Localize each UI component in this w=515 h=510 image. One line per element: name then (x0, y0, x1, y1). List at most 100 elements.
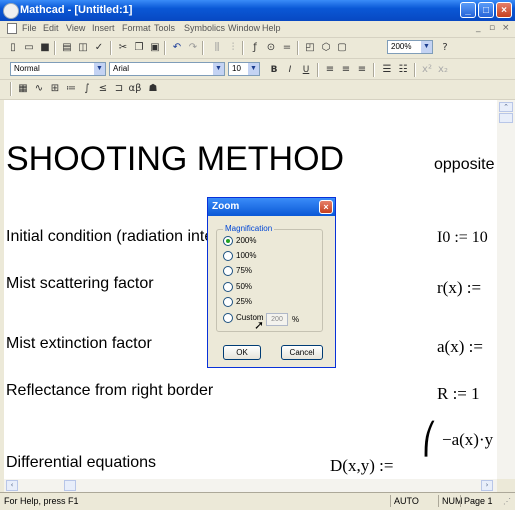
option-50[interactable]: 50% (223, 282, 252, 294)
scroll-up-icon[interactable]: ⌃ (499, 102, 513, 112)
radio-200[interactable] (223, 236, 233, 246)
close-button[interactable]: × (496, 2, 512, 18)
option-25[interactable]: 25% (223, 297, 252, 309)
radio-75[interactable] (223, 266, 233, 276)
scroll-right-icon[interactable]: › (481, 480, 493, 491)
custom-zoom-input[interactable]: 200 (266, 313, 288, 326)
align-down-icon[interactable]: ⫶ (226, 41, 240, 55)
dialog-close-button[interactable]: × (319, 200, 333, 214)
mathcad-app-icon[interactable] (3, 3, 19, 19)
row-expr-differential[interactable]: D(x,y) := (330, 456, 393, 476)
row-expr-initial-condition[interactable]: I0 := 10 (437, 229, 488, 247)
status-num: NUM (438, 495, 463, 507)
row-expr-scattering[interactable]: r(x) := (437, 278, 481, 298)
option-200[interactable]: 200% (223, 236, 256, 248)
resize-grip-icon[interactable]: ⋰ (503, 497, 511, 506)
paste-icon[interactable]: ▣ (148, 41, 162, 55)
scroll-thumb[interactable] (499, 113, 513, 123)
row-expr-reflectance[interactable]: R := 1 (437, 384, 480, 404)
radio-100[interactable] (223, 251, 233, 261)
status-help: For Help, press F1 (4, 496, 79, 506)
matrix-toolbar-icon[interactable]: ⊞ (48, 82, 62, 96)
zoom-combo[interactable]: 200% ▼ (387, 40, 433, 54)
print-icon[interactable]: ▤ (60, 41, 74, 55)
menu-format[interactable]: Format (122, 23, 151, 33)
insert-component-icon[interactable]: ⬡ (319, 41, 333, 55)
insert-unit-icon[interactable]: ⊙ (264, 41, 278, 55)
align-across-icon[interactable]: ⫼ (210, 41, 224, 55)
menu-edit[interactable]: Edit (43, 23, 59, 33)
evaluation-toolbar-icon[interactable]: ≔ (64, 82, 78, 96)
bullets-icon[interactable]: ☰ (380, 63, 394, 77)
programming-toolbar-icon[interactable]: ⊐ (112, 82, 126, 96)
save-disk-icon[interactable]: ■ (38, 41, 52, 55)
menu-view[interactable]: View (66, 23, 85, 33)
resource-center-icon[interactable]: ▢ (335, 41, 349, 55)
menu-symbolics[interactable]: Symbolics (184, 23, 225, 33)
redo-icon[interactable]: ↷ (186, 41, 200, 55)
menu-file[interactable]: File (22, 23, 37, 33)
mdi-minimize-button[interactable]: _ (476, 23, 481, 33)
align-center-icon[interactable]: ≡ (339, 63, 353, 77)
font-combo[interactable]: Arial ▼ (109, 62, 225, 76)
horizontal-scrollbar[interactable]: ‹ › (4, 479, 497, 492)
mdi-restore-button[interactable]: ▫ (489, 23, 495, 33)
radio-custom[interactable] (223, 313, 233, 323)
worksheet-title-side: opposite (434, 156, 495, 173)
italic-button[interactable]: I (283, 63, 297, 77)
zoom-dialog-titlebar: Zoom × (208, 198, 335, 216)
calculus-toolbar-icon[interactable]: ∫ (80, 82, 94, 96)
help-icon[interactable]: ? (438, 41, 452, 55)
row-expr-extinction[interactable]: a(x) := (437, 337, 483, 357)
status-bar: For Help, press F1 AUTO NUM Page 1 ⋰ (0, 492, 515, 510)
boolean-toolbar-icon[interactable]: ≤ (96, 82, 110, 96)
align-left-icon[interactable]: ≡ (323, 63, 337, 77)
undo-icon[interactable]: ↶ (170, 41, 184, 55)
hscroll-thumb[interactable] (64, 480, 76, 491)
scroll-left-icon[interactable]: ‹ (6, 480, 18, 491)
option-100[interactable]: 100% (223, 251, 256, 263)
calculator-toolbar-icon[interactable]: ▦ (16, 82, 30, 96)
calculate-icon[interactable]: = (280, 41, 294, 55)
row-label-scattering: Mist scattering factor (6, 275, 154, 292)
maximize-button[interactable]: □ (478, 2, 494, 18)
underline-button[interactable]: U (299, 63, 313, 77)
font-size-combo[interactable]: 10 ▼ (228, 62, 260, 76)
mouse-pointer-icon: ➚ (254, 318, 265, 332)
subscript-icon[interactable]: x₂ (436, 63, 450, 77)
open-folder-icon[interactable]: ▭ (22, 41, 36, 55)
menu-help[interactable]: Help (262, 23, 281, 33)
option-75[interactable]: 75% (223, 266, 252, 278)
menu-window[interactable]: Window (228, 23, 260, 33)
graph-toolbar-icon[interactable]: ∿ (32, 82, 46, 96)
superscript-icon[interactable]: x² (420, 63, 434, 77)
print-preview-icon[interactable]: ◫ (76, 41, 90, 55)
numbering-icon[interactable]: ☷ (396, 63, 410, 77)
spell-check-icon[interactable]: ✓ (92, 41, 106, 55)
copy-icon[interactable]: ❐ (132, 41, 146, 55)
radio-50[interactable] (223, 282, 233, 292)
matrix-bracket: ⎛ (422, 423, 437, 456)
greek-toolbar-icon[interactable]: αβ (128, 82, 142, 96)
insert-function-icon[interactable]: ƒ (248, 41, 262, 55)
magnification-group: Magnification 200% 100% 75% 50% 25% Cust… (216, 224, 323, 332)
menu-insert[interactable]: Insert (92, 23, 115, 33)
radio-25[interactable] (223, 297, 233, 307)
cut-icon[interactable]: ✂ (116, 41, 130, 55)
row-label-reflectance: Reflectance from right border (6, 382, 214, 399)
mdi-close-button[interactable]: × (502, 23, 510, 33)
title-bar: Mathcad - [Untitled:1] _ □ × (0, 0, 515, 21)
bold-button[interactable]: B (267, 63, 281, 77)
symbolic-toolbar-icon[interactable]: ☗ (146, 82, 160, 96)
insert-hyperlink-icon[interactable]: ◰ (303, 41, 317, 55)
menu-tools[interactable]: Tools (154, 23, 175, 33)
document-icon[interactable] (7, 23, 17, 34)
ok-button[interactable]: OK (223, 345, 261, 360)
new-document-icon[interactable]: ▯ (6, 41, 20, 55)
style-combo[interactable]: Normal ▼ (10, 62, 106, 76)
vertical-scrollbar[interactable]: ⌃ (497, 100, 515, 479)
cancel-button[interactable]: Cancel (281, 345, 323, 360)
matrix-top-element[interactable]: −a(x)·y (442, 430, 493, 450)
align-right-icon[interactable]: ≡ (355, 63, 369, 77)
minimize-button[interactable]: _ (460, 2, 476, 18)
